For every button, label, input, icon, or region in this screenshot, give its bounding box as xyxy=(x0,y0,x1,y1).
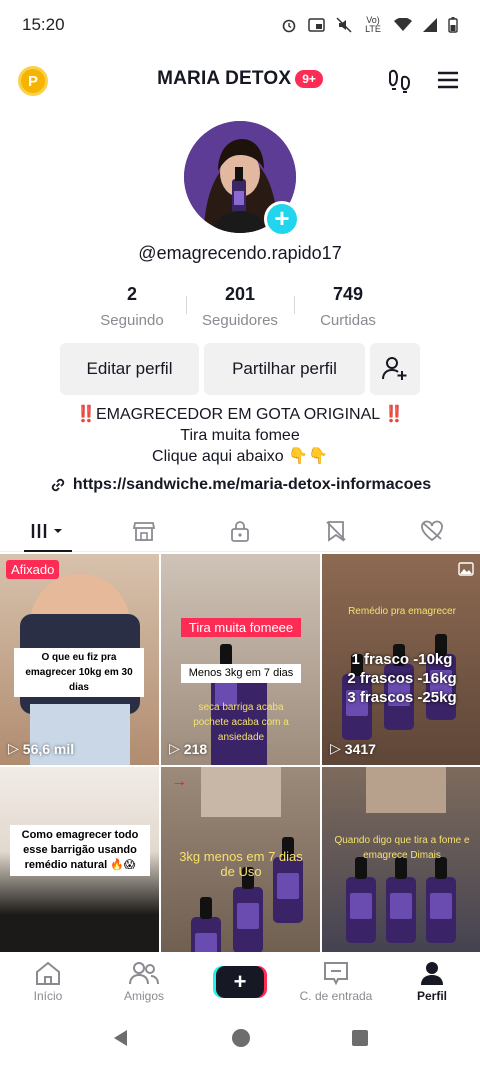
liked-icon xyxy=(421,520,443,541)
stat-followers[interactable]: 201 Seguidores xyxy=(186,284,294,329)
nav-home[interactable]: Início xyxy=(0,952,96,1010)
stat-value: 749 xyxy=(332,284,364,304)
lock-icon xyxy=(231,520,249,542)
stat-following[interactable]: 2 Seguindo xyxy=(78,284,186,329)
battery-icon xyxy=(448,17,458,33)
stat-value: 201 xyxy=(224,284,256,304)
view-count: 218 xyxy=(183,740,208,757)
tab-reposts[interactable] xyxy=(288,510,384,551)
tab-liked[interactable] xyxy=(384,510,480,551)
inbox-icon xyxy=(324,962,348,986)
video-caption: seca barriga acaba pochete acaba com a a… xyxy=(193,702,289,743)
video-thumbnail[interactable]: Como emagrecer todo esse barrigão usando… xyxy=(0,767,159,978)
mute-icon xyxy=(336,17,352,33)
play-icon: ▷ xyxy=(8,740,19,756)
profile-name[interactable]: MARIA DETOX xyxy=(157,68,291,90)
nav-friends[interactable]: Amigos xyxy=(96,952,192,1010)
content-tabs xyxy=(0,510,480,552)
share-profile-button[interactable]: Partilhar perfil xyxy=(204,343,365,395)
add-avatar-button[interactable]: + xyxy=(264,201,300,237)
nav-label: Início xyxy=(33,989,63,1003)
link-icon xyxy=(51,478,65,492)
friends-icon xyxy=(129,962,159,985)
shop-icon xyxy=(133,521,155,541)
edit-profile-button[interactable]: Editar perfil xyxy=(60,343,199,395)
nav-label: Perfil xyxy=(416,989,447,1003)
status-bar: 15:20 Vo) LTE xyxy=(0,0,480,50)
profile-actions: Editar perfil Partilhar perfil xyxy=(60,343,420,395)
network-label: Vo) LTE xyxy=(365,15,381,34)
videos-icon xyxy=(31,523,62,538)
username: @emagrecendo.rapido17 xyxy=(138,243,342,263)
create-icon: + xyxy=(216,966,264,998)
bottom-nav: Início Amigos + C. de entrada Perfil xyxy=(0,952,480,1010)
video-thumbnail[interactable]: → 3kg menos em 7 dias de Uso xyxy=(161,767,320,978)
profile-bio: ‼️EMAGRECEDOR EM GOTA ORIGINAL ‼️ Tira m… xyxy=(0,404,480,467)
video-caption: Remédio pra emagrecer xyxy=(348,606,456,617)
bio-line: ‼️EMAGRECEDOR EM GOTA ORIGINAL ‼️ xyxy=(76,406,404,423)
stat-label: Seguidores xyxy=(202,312,278,329)
play-icon: ▷ xyxy=(169,740,180,756)
profile-link[interactable]: https://sandwiche.me/maria-detox-informa… xyxy=(0,476,480,494)
view-count: 3417 xyxy=(344,740,376,757)
add-person-icon xyxy=(382,357,407,380)
menu-icon[interactable] xyxy=(436,68,460,92)
footprint-icon[interactable] xyxy=(388,68,412,94)
tab-videos[interactable] xyxy=(0,510,96,552)
pinned-badge: Afixado xyxy=(6,560,60,579)
video-grid: Afixado O que eu fiz pra emagrecer 10kg … xyxy=(0,554,480,978)
stat-value: 2 xyxy=(126,284,137,304)
cast-icon xyxy=(308,18,325,32)
home-icon xyxy=(36,961,60,985)
link-text: https://sandwiche.me/maria-detox-informa… xyxy=(72,476,432,493)
wifi-icon xyxy=(394,18,412,31)
video-thumbnail[interactable]: Tira muita fomeee Menos 3kg em 7 dias se… xyxy=(161,554,320,765)
tab-shop[interactable] xyxy=(96,510,192,551)
signal-icon xyxy=(423,18,437,32)
play-icon: ▷ xyxy=(330,740,341,756)
bio-line: Tira muita fomee xyxy=(180,427,300,444)
video-caption: 1 frasco -10kg 2 frascos -16kg 3 frascos… xyxy=(347,651,457,706)
system-nav xyxy=(0,1010,480,1066)
recents-icon[interactable] xyxy=(351,1029,369,1047)
nav-label: Amigos xyxy=(123,989,164,1003)
nav-profile[interactable]: Perfil xyxy=(384,952,480,1010)
video-caption: O que eu fiz pra emagrecer 10kg em 30 di… xyxy=(14,648,144,697)
nav-create[interactable]: + xyxy=(192,952,288,1010)
add-friend-button[interactable] xyxy=(370,343,420,395)
tab-private[interactable] xyxy=(192,510,288,551)
nav-inbox[interactable]: C. de entrada xyxy=(288,952,384,1010)
reposts-icon xyxy=(326,520,346,542)
video-caption: 3kg menos em 7 dias de Uso xyxy=(179,849,303,879)
profile-stats: 2 Seguindo 201 Seguidores 749 Curtidas xyxy=(0,284,480,329)
home-button-icon[interactable] xyxy=(231,1028,251,1048)
video-caption: Quando digo que tira a fome e emagrece D… xyxy=(334,835,470,861)
video-thumbnail[interactable]: Afixado O que eu fiz pra emagrecer 10kg … xyxy=(0,554,159,765)
stat-label: Curtidas xyxy=(320,312,376,329)
profile-header: P MARIA DETOX 9+ xyxy=(0,54,480,106)
video-thumbnail[interactable]: Quando digo que tira a fome e emagrece D… xyxy=(322,767,480,978)
alarm-icon xyxy=(282,19,296,33)
video-caption: Menos 3kg em 7 dias xyxy=(181,664,301,683)
view-count: 56,6 mil xyxy=(22,740,75,757)
notification-badge: 9+ xyxy=(295,70,323,88)
bio-line: Clique aqui abaixo 👇👇 xyxy=(152,448,328,465)
video-caption: Tira muita fomeee xyxy=(181,618,301,637)
photo-icon xyxy=(458,562,474,576)
stat-label: Seguindo xyxy=(100,312,164,329)
nav-label: C. de entrada xyxy=(299,989,373,1003)
back-icon[interactable] xyxy=(111,1028,131,1048)
arrow-icon: → xyxy=(171,773,187,790)
video-caption: Como emagrecer todo esse barrigão usando… xyxy=(10,825,150,876)
status-time: 15:20 xyxy=(22,15,65,34)
video-thumbnail[interactable]: Remédio pra emagrecer 1 frasco -10kg 2 f… xyxy=(322,554,480,765)
profile-icon xyxy=(421,962,443,985)
stat-likes[interactable]: 749 Curtidas xyxy=(294,284,402,329)
